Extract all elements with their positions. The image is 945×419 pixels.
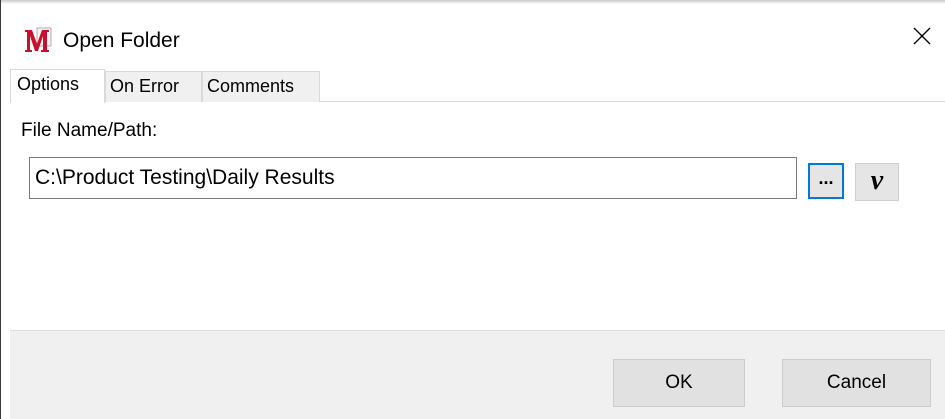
open-folder-dialog: Open Folder Options On Error Comments Fi…	[0, 0, 945, 419]
tab-options[interactable]: Options	[10, 69, 105, 103]
browse-button[interactable]: ...	[808, 163, 844, 199]
close-icon	[913, 27, 931, 45]
file-path-input[interactable]	[29, 157, 797, 199]
cancel-button[interactable]: Cancel	[782, 359, 931, 407]
file-path-label: File Name/Path:	[21, 120, 158, 141]
dialog-title: Open Folder	[63, 29, 180, 52]
close-button[interactable]	[899, 4, 945, 68]
insert-variable-button[interactable]: v	[855, 163, 899, 201]
title-bar[interactable]: Open Folder	[1, 4, 945, 68]
ok-button[interactable]: OK	[613, 359, 745, 407]
tab-comments[interactable]: Comments	[202, 71, 320, 102]
tab-on-error[interactable]: On Error	[105, 71, 202, 102]
tab-strip: Options On Error Comments	[10, 69, 320, 103]
macro-m-icon	[23, 26, 53, 54]
